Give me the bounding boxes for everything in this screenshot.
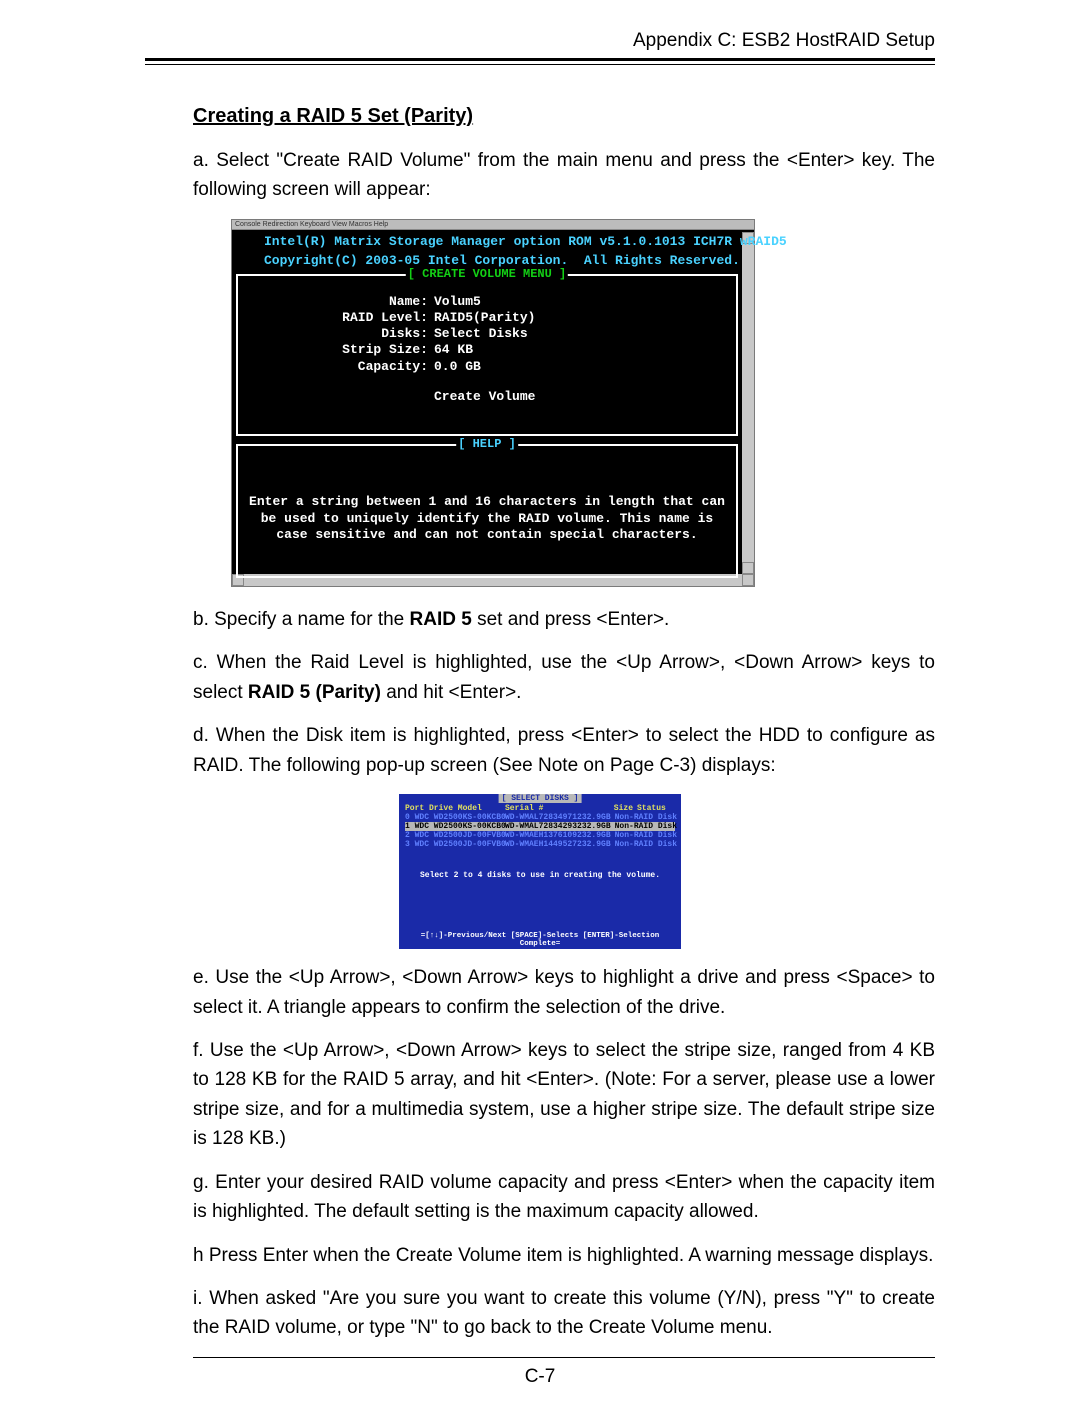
popup-title: [ SELECT DISKS ] <box>499 794 582 803</box>
select-disks-popup: [ SELECT DISKS ] Port Drive Model Serial… <box>399 794 681 949</box>
level-value: RAID5(Parity) <box>434 310 535 326</box>
disk-row: 1 WDC WD2500KS-00KCB0WD-WMAL72834293232.… <box>405 822 675 831</box>
create-volume-box: [ CREATE VOLUME MENU ] Name:Volum5 RAID … <box>236 274 738 436</box>
strip-value: 64 KB <box>434 342 473 358</box>
bios-console: Console Redirection Keyboard View Macros… <box>231 219 755 587</box>
disk-row: 2 WDC WD2500JD-00FVB0WD-WMAEH1376109232.… <box>405 831 675 840</box>
para-i: i. When asked "Are you sure you want to … <box>193 1284 935 1343</box>
level-label: RAID Level: <box>238 310 434 326</box>
footer-rule <box>193 1357 935 1358</box>
section-title: Creating a RAID 5 Set (Parity) <box>193 105 935 128</box>
page-number: C-7 <box>145 1366 935 1388</box>
popup-header-row: Port Drive Model Serial # Size Status <box>405 804 675 813</box>
create-action: Create Volume <box>434 389 535 405</box>
name-value: Volum5 <box>434 294 481 310</box>
cap-label: Capacity: <box>238 359 434 375</box>
disks-value: Select Disks <box>434 326 528 342</box>
help-box: [ HELP ] Enter a string between 1 and 16… <box>236 444 738 578</box>
disk-row: 0 WDC WD2500KS-00KCB0WD-WMAL72834971232.… <box>405 813 675 822</box>
console-menubar: Console Redirection Keyboard View Macros… <box>232 220 754 230</box>
para-e: e. Use the <Up Arrow>, <Down Arrow> keys… <box>193 963 935 1022</box>
scrollbar-vertical <box>742 232 754 574</box>
rom-header-1: Intel(R) Matrix Storage Manager option R… <box>234 232 740 251</box>
help-text: Enter a string between 1 and 16 characte… <box>238 446 736 545</box>
disks-label: Disks: <box>238 326 434 342</box>
name-label: Name: <box>238 294 434 310</box>
cap-value: 0.0 GB <box>434 359 481 375</box>
page-header: Appendix C: ESB2 HostRAID Setup <box>145 30 935 58</box>
strip-label: Strip Size: <box>238 342 434 358</box>
header-rule <box>145 58 935 65</box>
para-a: a. Select "Create RAID Volume" from the … <box>193 146 935 205</box>
para-h: h Press Enter when the Create Volume ite… <box>193 1241 935 1270</box>
disk-row: 3 WDC WD2500JD-00FVB0WD-WMAEH1449527232.… <box>405 840 675 849</box>
para-g: g. Enter your desired RAID volume capaci… <box>193 1168 935 1227</box>
para-f: f. Use the <Up Arrow>, <Down Arrow> keys… <box>193 1036 935 1154</box>
popup-footer: =[↑↓]-Previous/Next [SPACE]-Selects [ENT… <box>399 932 681 948</box>
help-title: [ HELP ] <box>456 437 518 451</box>
para-b: b. Specify a name for the RAID 5 set and… <box>193 605 935 634</box>
para-c: c. When the Raid Level is highlighted, u… <box>193 648 935 707</box>
create-volume-title: [ CREATE VOLUME MENU ] <box>406 267 568 281</box>
para-d: d. When the Disk item is highlighted, pr… <box>193 721 935 780</box>
popup-message: Select 2 to 4 disks to use in creating t… <box>405 849 675 880</box>
